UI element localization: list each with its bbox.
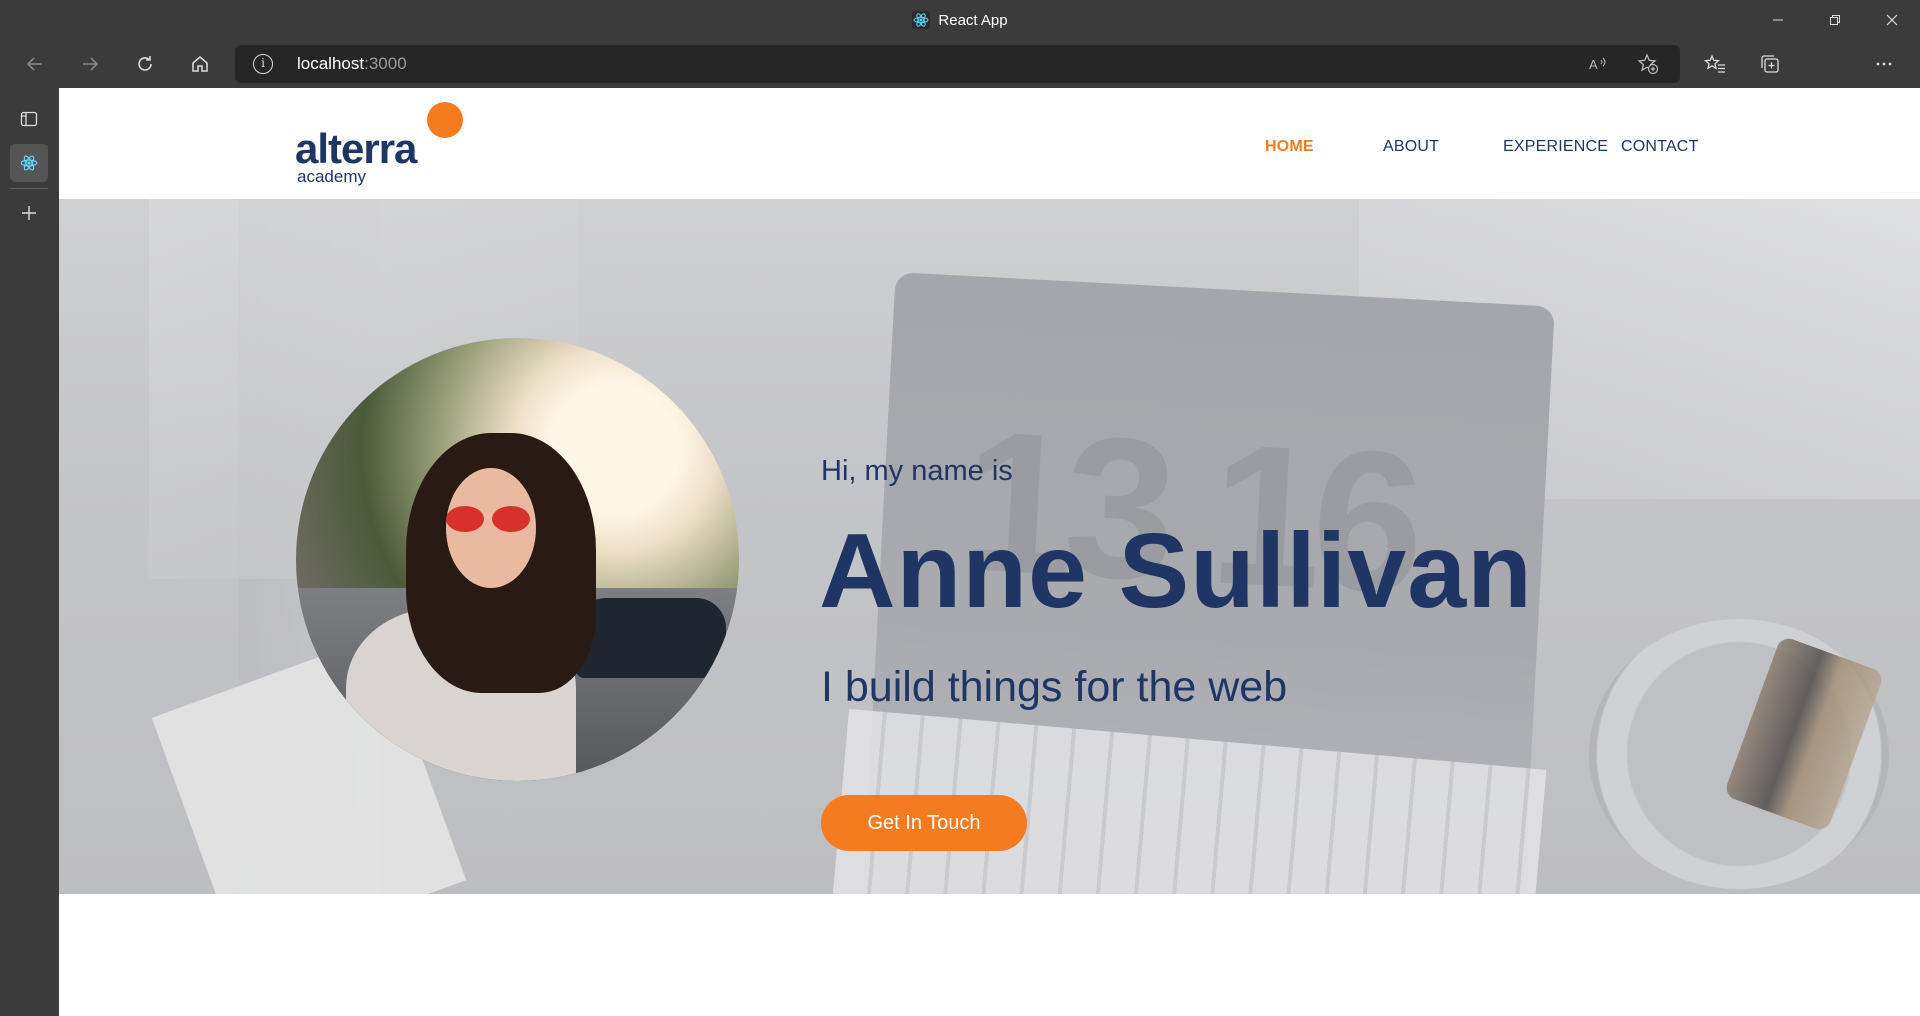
home-button[interactable] xyxy=(182,46,218,82)
nav-contact[interactable]: CONTACT xyxy=(1621,138,1699,156)
more-options-icon[interactable] xyxy=(1866,46,1902,82)
hero-intro: Hi, my name is xyxy=(821,455,1013,487)
hero-name: Anne Sullivan xyxy=(819,512,1533,630)
page-viewport: alterra academy HOME ABOUT EXPERIENCE CO… xyxy=(59,88,1920,1016)
hero-tagline: I build things for the web xyxy=(821,663,1288,711)
tab-actions-icon[interactable] xyxy=(10,100,48,138)
add-favorite-icon[interactable] xyxy=(1635,51,1661,77)
nav-about[interactable]: ABOUT xyxy=(1383,138,1439,156)
browser-toolbar: i localhost:3000 A xyxy=(0,40,1920,119)
logo-word: alterra xyxy=(295,125,417,172)
new-tab-icon[interactable] xyxy=(10,194,48,232)
back-button[interactable] xyxy=(17,46,53,82)
minimize-button[interactable] xyxy=(1749,0,1806,40)
alterra-logo[interactable]: alterra academy xyxy=(295,102,475,192)
collections-icon[interactable] xyxy=(1752,46,1788,82)
nav-home[interactable]: HOME xyxy=(1265,138,1314,156)
refresh-button[interactable] xyxy=(127,46,163,82)
tab-title-text: React App xyxy=(938,12,1008,29)
svg-text:A: A xyxy=(1589,57,1598,72)
title-bar: React App xyxy=(0,0,1920,40)
restore-button[interactable] xyxy=(1806,0,1863,40)
logo-subtitle: academy xyxy=(297,167,366,186)
favorites-icon[interactable] xyxy=(1697,46,1733,82)
read-aloud-icon[interactable]: A xyxy=(1585,51,1611,77)
react-app-tab[interactable] xyxy=(10,144,48,182)
react-icon xyxy=(912,11,931,29)
site-info-icon[interactable]: i xyxy=(253,54,273,74)
forward-button[interactable] xyxy=(72,46,108,82)
site-navbar: alterra academy HOME ABOUT EXPERIENCE CO… xyxy=(59,88,1920,199)
address-bar[interactable]: i localhost:3000 A xyxy=(235,45,1680,83)
nav-experience[interactable]: EXPERIENCE xyxy=(1503,138,1608,156)
logo-dot xyxy=(427,102,463,138)
profile-photo xyxy=(296,338,739,781)
url-text[interactable]: localhost:3000 xyxy=(297,54,407,74)
get-in-touch-button[interactable]: Get In Touch xyxy=(821,795,1027,851)
close-window-button[interactable] xyxy=(1863,0,1920,40)
vertical-tab-sidebar xyxy=(0,88,59,1016)
window-title: React App xyxy=(0,11,1920,29)
